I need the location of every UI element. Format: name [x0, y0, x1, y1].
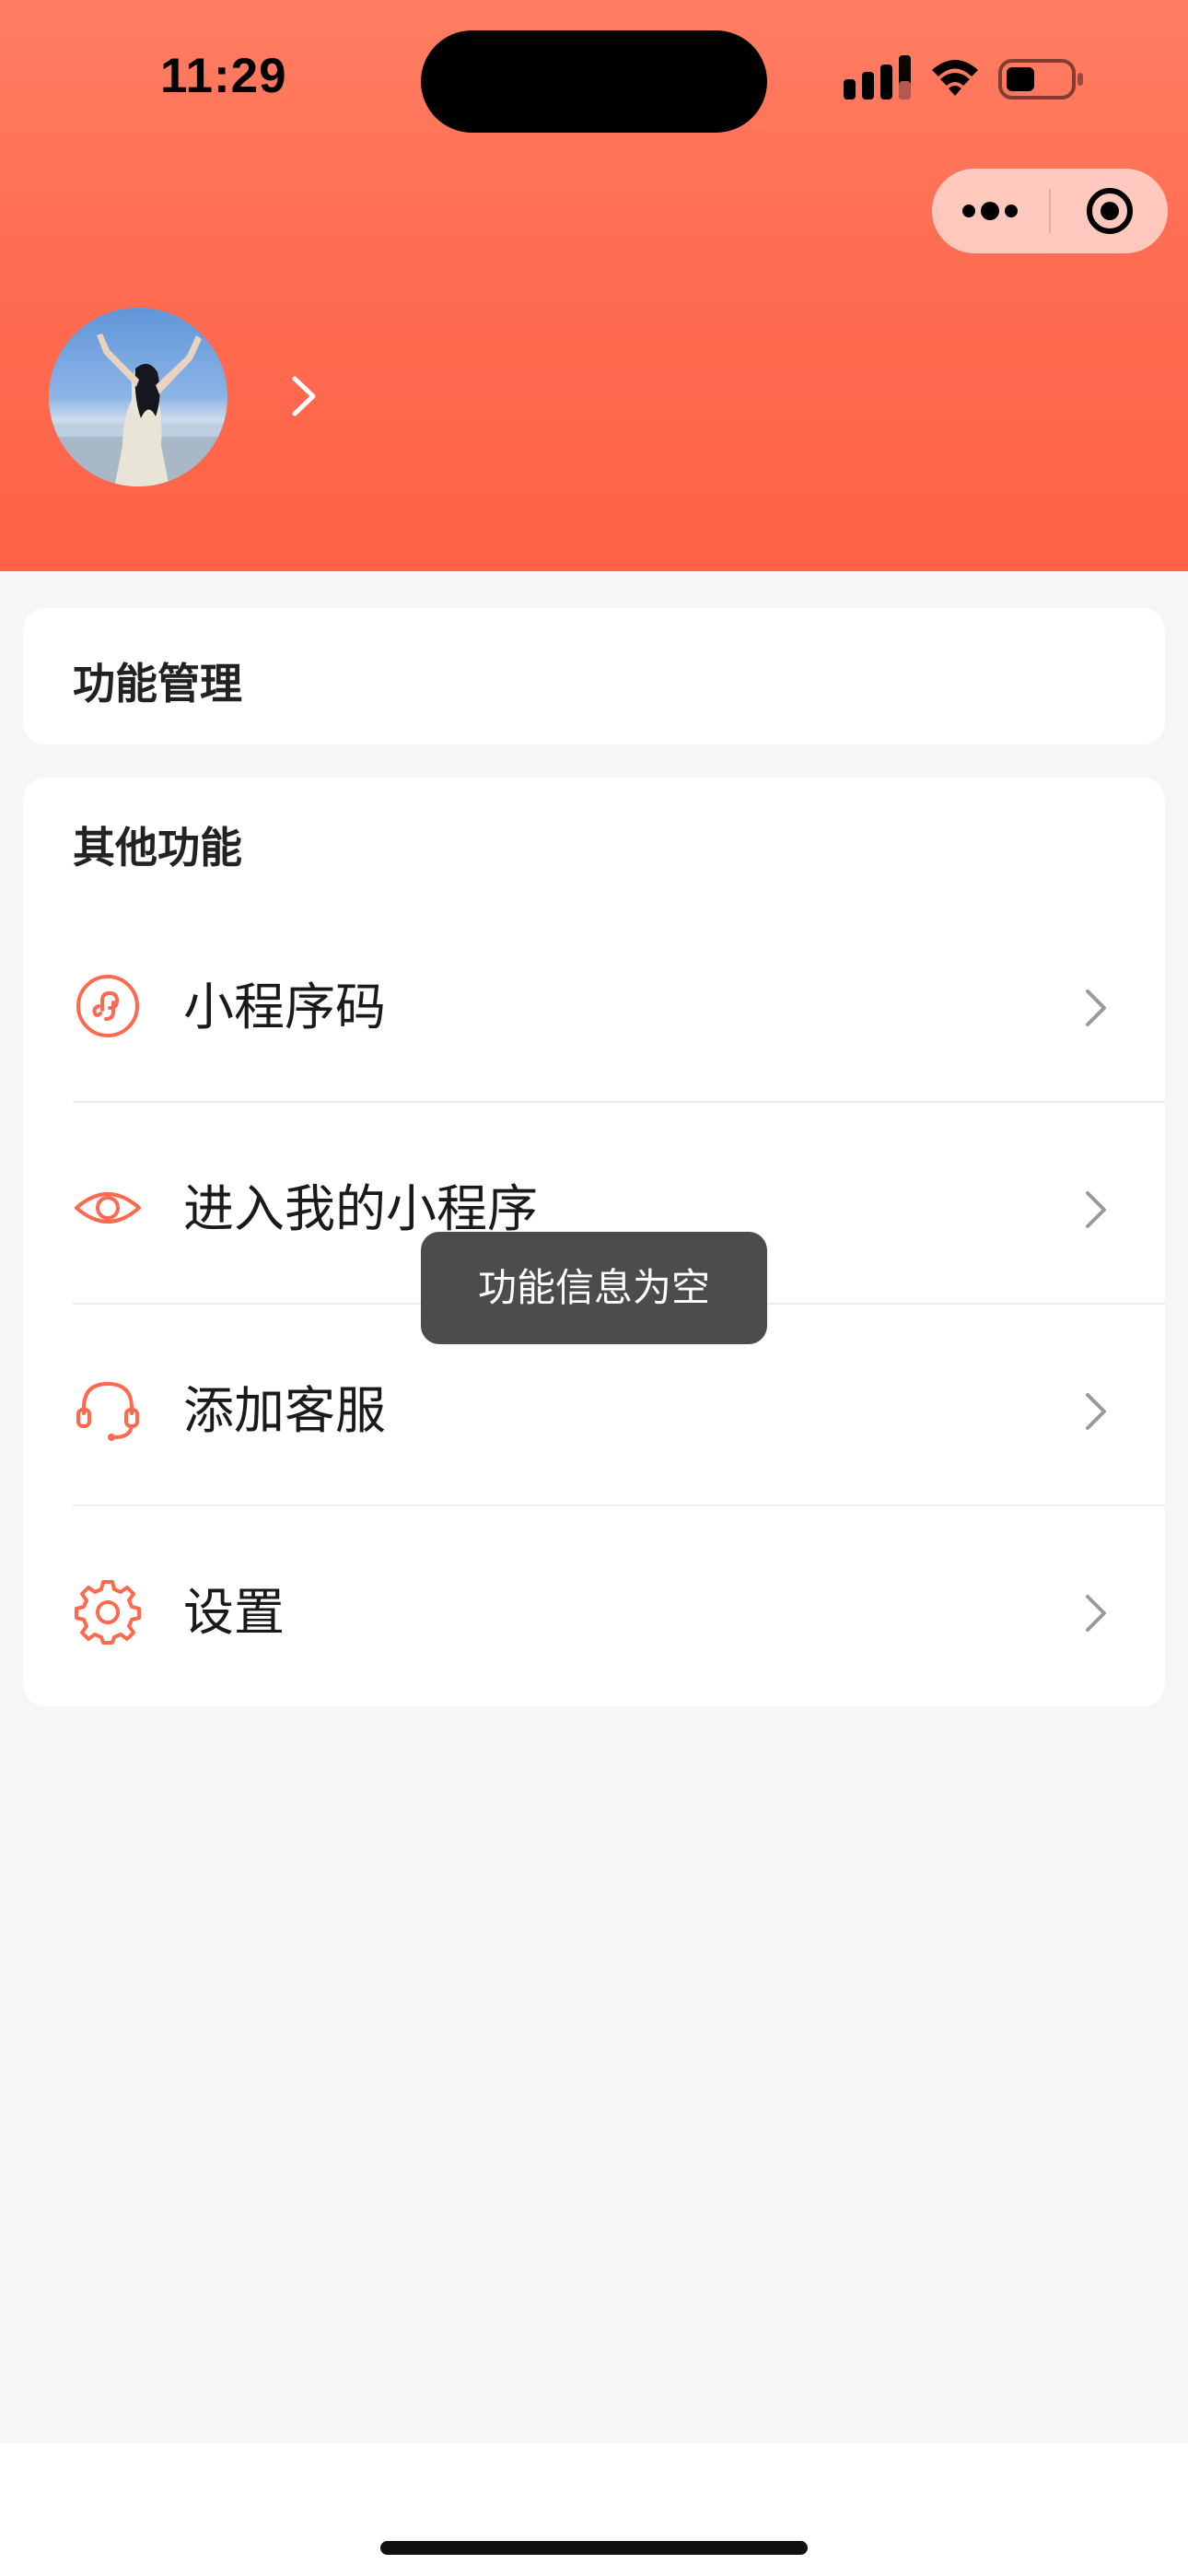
- other-functions-title: 其他功能: [73, 823, 242, 872]
- menu-item-settings[interactable]: 设置: [23, 1506, 1165, 1708]
- status-icons: [844, 55, 1083, 100]
- capsule-menu-button[interactable]: [932, 169, 1049, 253]
- more-dots-icon: [962, 202, 1018, 220]
- menu-item-label: 小程序码: [183, 978, 387, 1036]
- chevron-right-icon: [1086, 1595, 1106, 1632]
- mini-program-profile-page: 11:29 功能管理 其他功能 小程序码 进入我的小程序 添加客服 设置 功能信…: [0, 0, 1188, 2576]
- headset-icon: [76, 1381, 139, 1441]
- toast-message: 功能信息为空: [421, 1232, 767, 1344]
- eye-icon: [75, 1192, 141, 1224]
- avatar[interactable]: [49, 308, 227, 486]
- battery-icon: [998, 59, 1083, 100]
- menu-item-label: 进入我的小程序: [183, 1179, 539, 1238]
- menu-item-mini-program-code[interactable]: 小程序码: [23, 901, 1165, 1103]
- status-time: 11:29: [160, 49, 287, 103]
- chevron-right-icon: [1086, 989, 1106, 1026]
- avatar-image: [49, 308, 227, 486]
- dynamic-island: [421, 30, 767, 133]
- gear-icon: [75, 1580, 141, 1645]
- home-indicator[interactable]: [380, 2541, 808, 2555]
- menu-item-label: 设置: [183, 1583, 285, 1642]
- bottom-safe-area: [0, 2443, 1188, 2576]
- capsule-close-button[interactable]: [1051, 169, 1168, 253]
- function-management-card: 功能管理: [23, 608, 1165, 744]
- chevron-right-icon: [1086, 1393, 1106, 1430]
- chevron-right-icon: [1086, 1191, 1106, 1228]
- cellular-signal-icon: [844, 55, 911, 100]
- link-circle-icon: [76, 975, 139, 1037]
- profile-chevron-right-icon[interactable]: [287, 373, 320, 419]
- profile-header: 11:29: [0, 0, 1188, 571]
- close-target-icon: [1087, 188, 1133, 234]
- wifi-icon: [932, 60, 978, 96]
- function-management-title: 功能管理: [73, 659, 242, 708]
- mini-program-capsule: [932, 169, 1168, 253]
- menu-item-label: 添加客服: [183, 1381, 387, 1440]
